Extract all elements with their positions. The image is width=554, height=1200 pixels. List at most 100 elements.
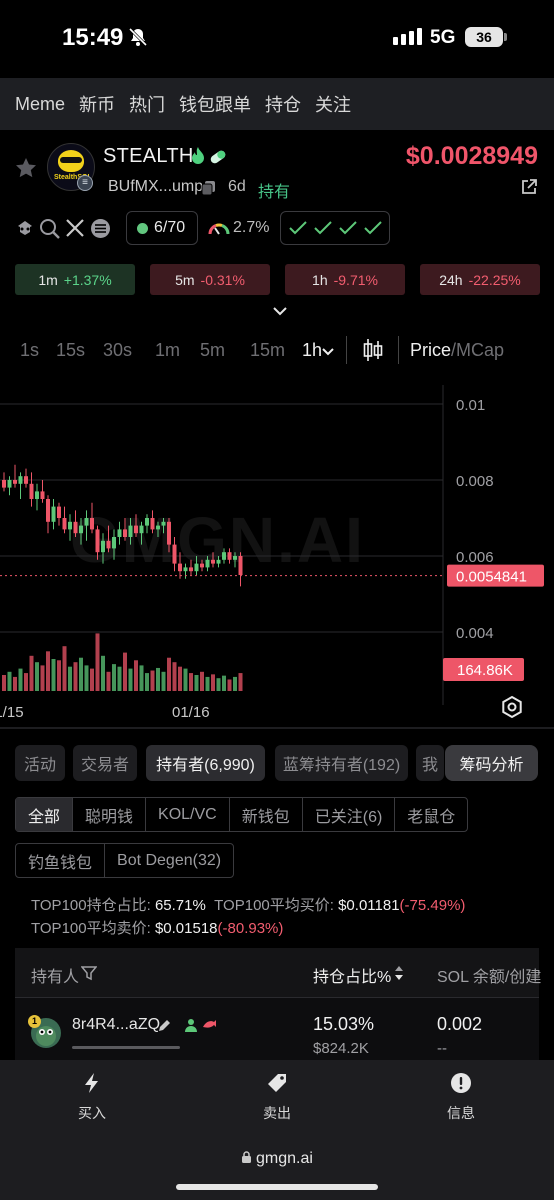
filter-phishing-wallet[interactable]: 钓鱼钱包 [16,844,106,877]
favorite-star-icon[interactable] [14,156,38,180]
volume-bar [128,668,133,691]
volume-bar [238,673,243,691]
nav-meme[interactable]: Meme [15,94,65,115]
timeframe-30s[interactable]: 30s [103,340,132,361]
dev-hat-icon[interactable] [14,218,36,240]
timeframe-row: 1s 15s 30s 1m 5m 15m 1h Price/MCap [0,332,554,368]
chart-svg[interactable]: 0.01 0.008 0.006 0.004 0.0054841 164.86K 01/15… [0,385,554,725]
network-type: 5G [430,27,456,48]
filter-all[interactable]: 全部 [16,798,74,831]
candle-body [205,559,210,568]
home-indicator[interactable] [176,1184,378,1190]
social-row: 6/70 2.7% [14,211,544,245]
change-1h[interactable]: 1h -9.71% [285,264,405,295]
nav-holdings[interactable]: 持仓 [265,91,301,117]
change-1m[interactable]: 1m +1.37% [15,264,135,295]
candlestick-icon[interactable] [362,337,384,363]
timeframe-1m[interactable]: 1m [155,340,180,361]
candle-body [172,544,177,564]
share-external-icon[interactable] [520,178,538,196]
edit-icon[interactable] [157,1019,171,1033]
filter-bot-degen[interactable]: Bot Degen(32) [105,844,233,877]
x-twitter-icon[interactable] [65,218,85,238]
chart-settings-icon[interactable] [500,695,524,719]
volume-bar [106,671,111,691]
volume-bar [46,651,50,691]
candle-body [139,525,144,534]
section-divider [0,727,554,729]
chevron-down-icon[interactable] [272,305,288,317]
chip-analysis-button[interactable]: 筹码分析 [445,745,538,781]
volume-bar [156,667,160,691]
url-text[interactable]: gmgn.ai [0,1150,554,1168]
price-mcap-toggle[interactable]: Price/MCap [410,340,504,361]
token-name: STEALTH [103,145,194,167]
header-share[interactable]: 持仓占比% [313,963,391,987]
change-5m[interactable]: 5m -0.31% [150,264,270,295]
lock-icon [242,1151,252,1163]
volume-bar [150,670,155,691]
volume-bar [233,676,237,691]
volume-bar [57,660,61,691]
candle-body [101,540,105,553]
user-icon [185,1019,197,1032]
copy-icon[interactable] [201,180,217,196]
candle-body [222,552,226,560]
timeframe-1h[interactable]: 1h [302,340,322,361]
volume-bar [178,666,182,691]
chevron-down-icon[interactable] [322,348,334,356]
tab-traders[interactable]: 交易者 [73,745,137,781]
holder-address[interactable]: 8r4R4...aZQ [72,1016,160,1034]
security-checks[interactable] [280,211,390,245]
timeframe-15m[interactable]: 15m [250,340,285,361]
filter-kol-vc[interactable]: KOL/VC [146,798,230,831]
token-age: 6d [228,178,246,195]
sort-icon[interactable] [394,965,404,981]
tab-mine[interactable]: 我 [416,745,444,781]
tab-bluechip-holders[interactable]: 蓝筹持有者(192) [275,745,408,781]
holding-label[interactable]: 持有 [258,178,290,202]
volume-bar [101,655,105,691]
browser-url-bar[interactable]: gmgn.ai [0,1134,554,1200]
candle-body [90,518,94,530]
volume-bar [227,679,232,691]
candle-body [123,529,127,537]
sell-button[interactable]: 卖出 [237,1072,317,1123]
filter-icon[interactable] [81,965,97,981]
volume-bar [222,675,226,691]
filter-insider[interactable]: 老鼠仓 [395,798,467,831]
filter-smart-money[interactable]: 聪明钱 [73,798,147,831]
table-row[interactable]: 1 8r4R4...aZQ 15.03% $824.2K 0.002 -- [15,998,539,1060]
tab-holders[interactable]: 持有者(6,990) [146,745,265,781]
nav-hot[interactable]: 热门 [129,91,165,117]
timeframe-1s[interactable]: 1s [20,340,39,361]
nav-wallet-follow[interactable]: 钱包跟单 [179,91,251,117]
filter-followed[interactable]: 已关注(6) [303,798,396,831]
volume-bar [172,662,177,691]
nav-new[interactable]: 新币 [79,91,115,117]
website-icon[interactable] [90,218,111,239]
search-icon[interactable] [39,218,61,240]
candle-body [35,491,39,499]
change-24h[interactable]: 24h -22.25% [420,264,540,295]
status-time: 15:49 [62,24,124,51]
y-tick-label: 0.008 [456,473,494,490]
y-tick-label: 0.004 [456,625,494,642]
candle-body [183,567,188,572]
buy-button[interactable]: 买入 [52,1072,132,1123]
timeframe-5m[interactable]: 5m [200,340,225,361]
holders-ratio-badge[interactable]: 6/70 [126,211,198,245]
header-sol-balance[interactable]: SOL 余额/创建 [437,963,541,987]
filter-new-wallet[interactable]: 新钱包 [230,798,303,831]
nav-watch[interactable]: 关注 [315,91,351,117]
tab-activity[interactable]: 活动 [15,745,65,781]
volume-bar [117,666,122,691]
timeframe-15s[interactable]: 15s [56,340,85,361]
info-button[interactable]: 信息 [421,1072,501,1123]
price-chart[interactable]: GMGN.AI 0.01 0.008 0.006 0.004 0.0054841 164.… [0,385,554,725]
price-change-row: 1m +1.37% 5m -0.31% 1h -9.71% 24h -22.25% [15,264,545,295]
token-address[interactable]: BUfMX...ump [108,178,203,196]
volume-bar [40,665,45,691]
x-tick-label: 01/15 [0,704,24,721]
volume-bar [51,659,56,691]
